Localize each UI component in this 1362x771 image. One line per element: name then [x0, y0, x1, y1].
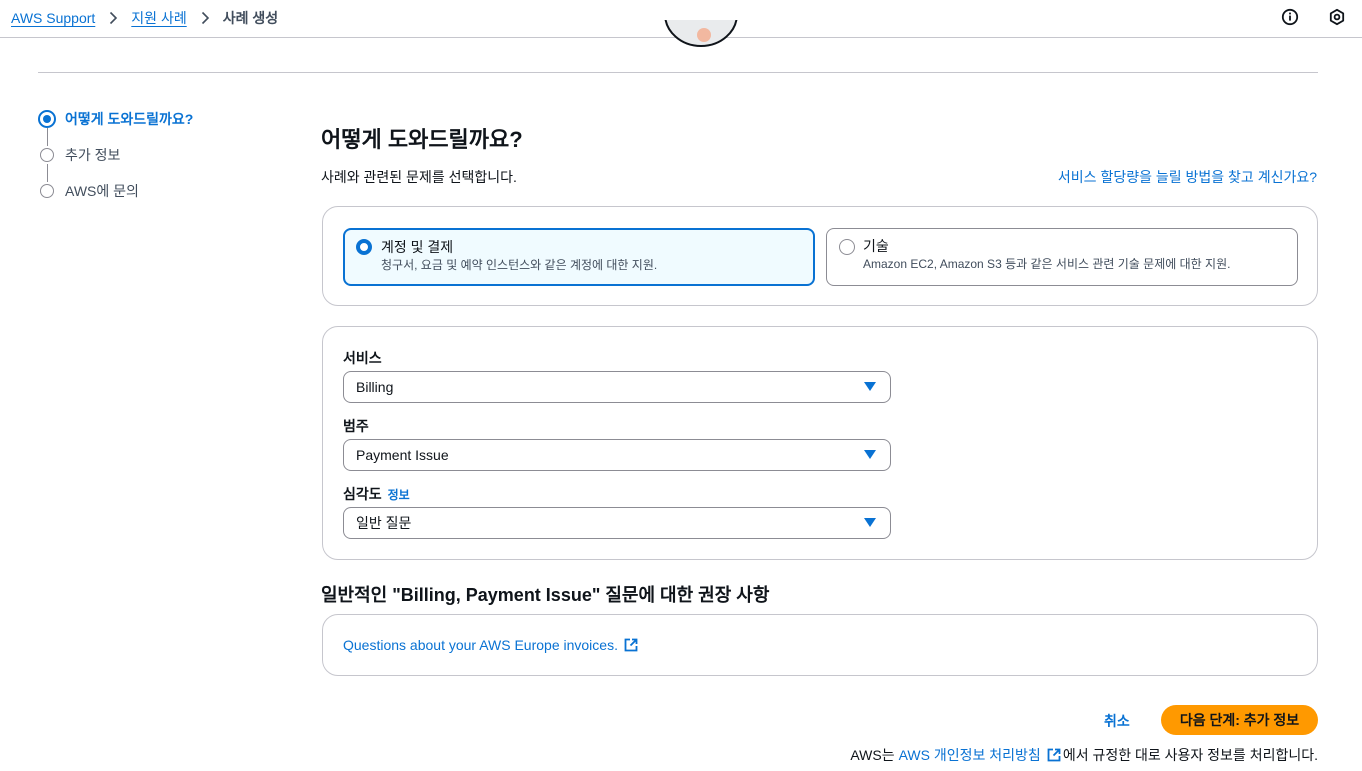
category-select[interactable]: Payment Issue	[343, 439, 891, 471]
privacy-policy-link[interactable]: AWS 개인정보 처리방침	[899, 745, 1061, 765]
step-additional-info: 추가 정보	[38, 146, 193, 182]
severity-value: 일반 질문	[356, 515, 412, 531]
page-title: 어떻게 도와드릴까요?	[321, 127, 523, 152]
cancel-button[interactable]: 취소	[1104, 711, 1130, 731]
case-type-description: Amazon EC2, Amazon S3 등과 같은 서비스 관련 기술 문제…	[863, 257, 1231, 271]
caret-down-icon	[864, 518, 876, 527]
info-circle-icon[interactable]	[1281, 8, 1299, 26]
step-connector	[47, 164, 48, 182]
page-subtitle: 사례와 관련된 문제를 선택합니다.	[321, 169, 517, 185]
breadcrumb: AWS Support 지원 사례 사례 생성	[11, 8, 278, 28]
privacy-prefix: AWS는	[850, 747, 895, 763]
case-type-panel: 계정 및 결제 청구서, 요금 및 예약 인스턴스와 같은 계정에 대한 지원.…	[322, 206, 1318, 306]
case-type-account-billing[interactable]: 계정 및 결제 청구서, 요금 및 예약 인스턴스와 같은 계정에 대한 지원.	[343, 228, 815, 286]
recommendations-heading: 일반적인 "Billing, Payment Issue" 질문에 대한 권장 …	[321, 585, 770, 605]
privacy-suffix: 에서 규정한 대로 사용자 정보를 처리합니다.	[1062, 747, 1318, 763]
severity-label-row: 심각도 정보	[343, 484, 410, 504]
service-value: Billing	[356, 379, 394, 395]
category-value: Payment Issue	[356, 447, 449, 463]
severity-info-link[interactable]: 정보	[388, 488, 410, 502]
caret-down-icon	[864, 382, 876, 391]
wizard-steps: 어떻게 도와드릴까요? 추가 정보 AWS에 문의	[38, 110, 193, 218]
step-indicator-icon	[38, 110, 56, 128]
step-indicator-icon	[40, 184, 54, 198]
case-type-title: 계정 및 결제	[381, 239, 454, 255]
privacy-link-text: AWS 개인정보 처리방침	[898, 747, 1041, 763]
next-step-button[interactable]: 다음 단계: 추가 정보	[1161, 705, 1318, 735]
external-link-icon	[1047, 748, 1061, 762]
step-contact-aws: AWS에 문의	[38, 182, 193, 218]
breadcrumb-aws-support[interactable]: AWS Support	[11, 10, 95, 26]
radio-unselected-icon[interactable]	[839, 239, 855, 255]
recommendations-panel: Questions about your AWS Europe invoices…	[322, 614, 1318, 676]
breadcrumb-support-cases[interactable]: 지원 사례	[131, 8, 186, 28]
case-type-description: 청구서, 요금 및 예약 인스턴스와 같은 계정에 대한 지원.	[381, 258, 658, 272]
case-details-panel: 서비스 Billing 범주 Payment Issue 심각도 정보 일반 질문	[322, 326, 1318, 560]
chevron-right-icon	[201, 11, 209, 25]
settings-icon[interactable]	[1328, 8, 1346, 26]
service-quota-link[interactable]: 서비스 할당량을 늘릴 방법을 찾고 계신가요?	[1058, 167, 1317, 187]
privacy-notice: AWS는 AWS 개인정보 처리방침 에서 규정한 대로 사용자 정보를 처리합…	[850, 745, 1318, 765]
divider	[38, 72, 1318, 73]
recommendation-link[interactable]: Questions about your AWS Europe invoices…	[343, 637, 638, 653]
step-label: 어떻게 도와드릴까요?	[65, 111, 194, 127]
breadcrumb-current: 사례 생성	[222, 10, 279, 26]
service-select[interactable]: Billing	[343, 371, 891, 403]
case-type-title: 기술	[863, 238, 889, 254]
severity-label: 심각도	[343, 486, 382, 502]
step-label: AWS에 문의	[65, 183, 139, 199]
recommendation-link-text: Questions about your AWS Europe invoices…	[343, 637, 618, 653]
step-how-can-we-help[interactable]: 어떻게 도와드릴까요?	[38, 110, 193, 146]
chevron-right-icon	[110, 11, 118, 25]
radio-selected-icon[interactable]	[356, 239, 372, 255]
category-label: 범주	[343, 418, 369, 434]
step-indicator-icon	[40, 148, 54, 162]
external-link-icon	[624, 638, 638, 652]
step-label: 추가 정보	[65, 147, 121, 163]
caret-down-icon	[864, 450, 876, 459]
service-label: 서비스	[343, 350, 382, 366]
case-type-technical[interactable]: 기술 Amazon EC2, Amazon S3 등과 같은 서비스 관련 기술…	[826, 228, 1298, 286]
step-connector	[47, 128, 48, 146]
mascot-illustration	[664, 20, 738, 47]
severity-select[interactable]: 일반 질문	[343, 507, 891, 539]
